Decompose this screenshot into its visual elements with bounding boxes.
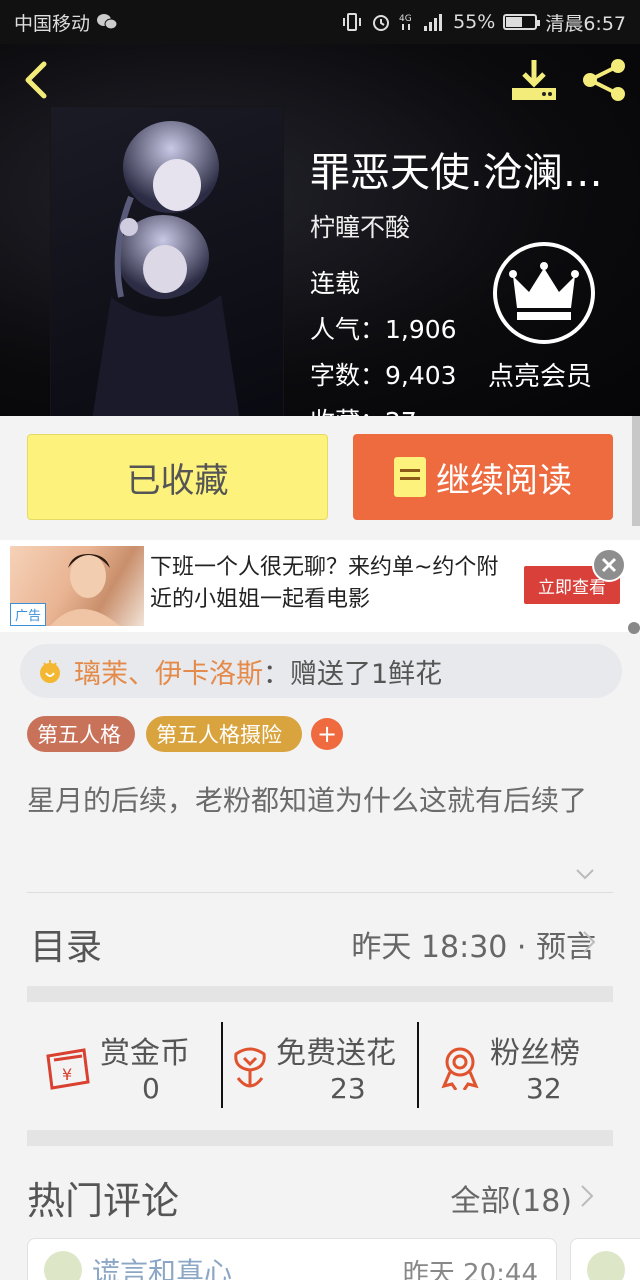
gift-senders[interactable]: 璃茉、伊卡洛斯 — [74, 652, 263, 691]
comment-card[interactable] — [570, 1238, 640, 1280]
vibrate-icon — [343, 13, 362, 31]
book-collect-count: 收藏：27 — [310, 402, 417, 416]
avatar[interactable] — [587, 1251, 625, 1280]
book-word-count: 字数：9,403 — [310, 361, 457, 390]
chevron-right-icon[interactable] — [580, 1184, 594, 1208]
hot-comments-title: 热门评论 — [27, 1179, 180, 1223]
comment-card[interactable]: 谎言和真心 昨天 20:44 — [27, 1238, 557, 1280]
4g-icon: 4G — [399, 14, 412, 30]
book-popularity: 人气：1,906 — [310, 315, 457, 344]
section-separator — [27, 986, 613, 1002]
section-separator — [27, 1130, 613, 1146]
stat-free-flowers[interactable]: 免费送花 23 — [222, 1022, 418, 1108]
stat-value: 0 — [142, 1072, 160, 1105]
book-description: 星月的后续，老粉都知道为什么这就有后续了 — [27, 784, 588, 817]
member-label[interactable]: 点亮会员 — [488, 356, 592, 393]
all-comments-link[interactable]: 全部(18) — [450, 1176, 572, 1220]
tag-item[interactable]: 第五人格 — [27, 716, 135, 752]
ad-text[interactable]: 下班一个人很无聊？来约单~约个附近的小姐姐一起看电影 — [150, 552, 510, 616]
book-header: 罪恶天使.沧澜神... 柠瞳不酸 连载 人气：1,906 字数：9,403 收藏… — [0, 44, 640, 416]
alarm-icon — [373, 15, 390, 31]
clock: 清晨6:57 — [545, 12, 626, 35]
crown-icon[interactable] — [493, 242, 595, 344]
stat-reward-coins[interactable]: ¥ 赏金币 0 — [26, 1022, 222, 1108]
ad-tag: 广告 — [10, 603, 47, 626]
ad-info-icon[interactable] — [628, 622, 640, 634]
red-envelope-icon: ¥ — [46, 1048, 90, 1090]
stat-fan-ranking[interactable]: 粉丝榜 32 — [418, 1022, 614, 1108]
chevron-right-icon[interactable] — [582, 930, 596, 954]
tag-item[interactable]: 第五人格摄险 — [146, 716, 302, 752]
continue-reading-label: 继续阅读 — [436, 460, 572, 501]
gift-action: ：赠送了1鲜花 — [263, 658, 443, 690]
scrollbar[interactable] — [632, 416, 640, 526]
stat-label: 粉丝榜 — [490, 1036, 580, 1071]
stat-label: 免费送花 — [276, 1036, 396, 1071]
comment-username[interactable]: 谎言和真心 — [92, 1251, 232, 1280]
ad-image[interactable]: 广告 — [10, 546, 144, 626]
wechat-icon — [97, 14, 118, 30]
add-tag-button[interactable]: + — [311, 718, 343, 750]
divider — [27, 892, 613, 893]
favorited-button[interactable]: 已收藏 — [27, 434, 328, 520]
svg-text:¥: ¥ — [62, 1065, 72, 1084]
signal-icon — [424, 14, 443, 31]
comment-time: 昨天 20:44 — [402, 1259, 538, 1280]
svg-text:4G: 4G — [399, 14, 412, 24]
book-title: 罪恶天使.沧澜神... — [310, 150, 632, 196]
carrier-label: 中国移动 — [14, 12, 91, 35]
stat-label: 赏金币 — [100, 1036, 190, 1071]
battery-icon — [503, 14, 541, 30]
chevron-down-icon[interactable] — [574, 864, 596, 884]
book-author[interactable]: 柠瞳不酸 — [310, 208, 410, 244]
stat-value: 23 — [330, 1072, 366, 1105]
avatar[interactable] — [44, 1251, 82, 1280]
toc-title[interactable]: 目录 — [30, 918, 102, 970]
book-icon — [394, 457, 426, 497]
book-cover[interactable] — [50, 106, 284, 416]
flower-badge-icon — [40, 660, 60, 683]
share-icon[interactable] — [578, 56, 630, 104]
medal-icon — [441, 1047, 479, 1090]
book-status: 连载 — [310, 269, 361, 298]
flower-icon — [234, 1047, 266, 1088]
status-bar: 中国移动 4G 55% 清晨6:57 — [0, 0, 640, 44]
continue-reading-button[interactable]: 继续阅读 — [353, 434, 613, 520]
gift-notice[interactable]: 璃茉、伊卡洛斯 ：赠送了1鲜花 — [20, 644, 622, 698]
close-icon[interactable] — [592, 548, 626, 582]
chevron-left-icon[interactable] — [18, 60, 54, 100]
battery-percent: 55% — [453, 11, 496, 33]
stat-value: 32 — [526, 1072, 562, 1105]
download-icon[interactable] — [508, 56, 560, 104]
toc-latest-chapter[interactable]: 昨天 18:30 · 预言 — [351, 922, 596, 966]
